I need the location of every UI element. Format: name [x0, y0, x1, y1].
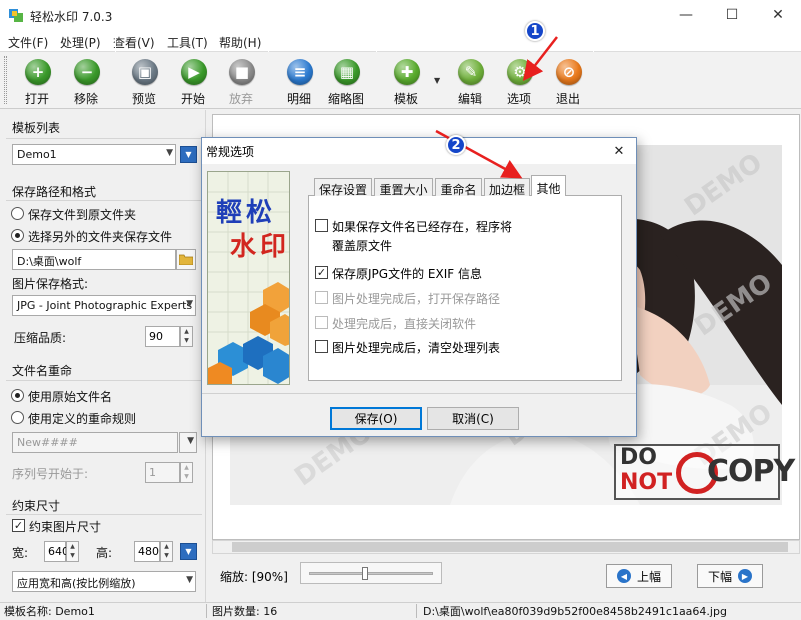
- annotation-badge-1: 1: [525, 21, 545, 41]
- annotation-overlay: [435, 36, 558, 179]
- annotation-arrow-1: [522, 36, 558, 81]
- annotation-badge-2: 2: [446, 135, 466, 155]
